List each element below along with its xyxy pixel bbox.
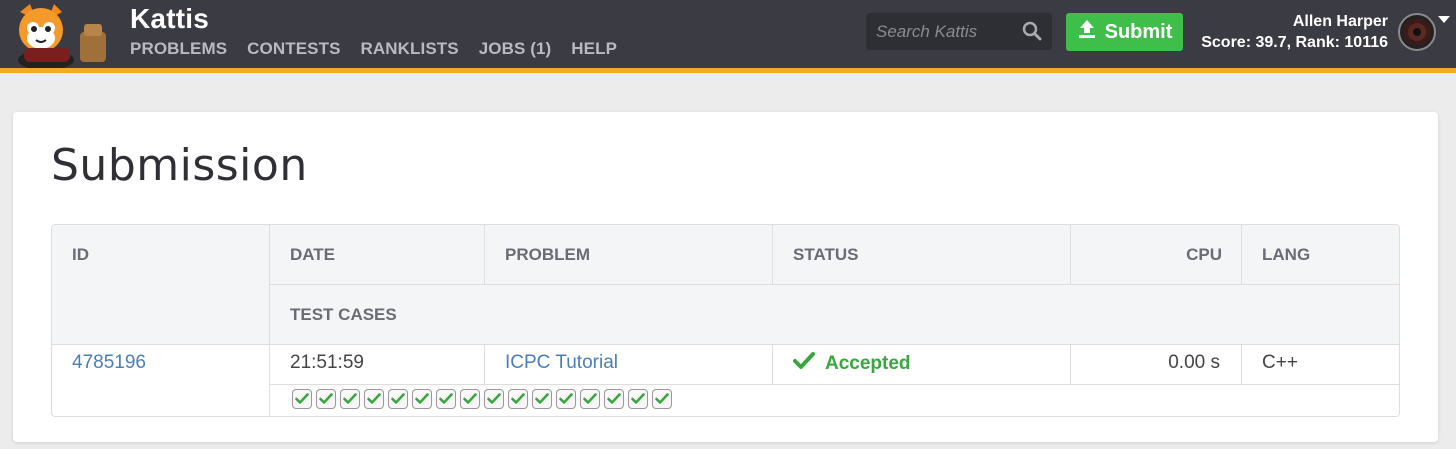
test-case-results bbox=[292, 389, 672, 409]
test-case-check-icon[interactable] bbox=[316, 389, 336, 409]
test-case-check-icon[interactable] bbox=[292, 389, 312, 409]
divider bbox=[1070, 225, 1071, 285]
header-test-cases: TEST CASES bbox=[270, 285, 1399, 345]
divider bbox=[1241, 345, 1242, 385]
brand-title[interactable]: Kattis bbox=[130, 3, 209, 35]
submission-date: 21:51:59 bbox=[290, 352, 364, 373]
test-case-check-icon[interactable] bbox=[412, 389, 432, 409]
header-cpu: CPU bbox=[1071, 225, 1242, 285]
test-case-check-icon[interactable] bbox=[532, 389, 552, 409]
status-badge: Accepted bbox=[793, 345, 911, 376]
page-title: Submission bbox=[51, 140, 308, 191]
divider bbox=[270, 384, 1399, 385]
divider bbox=[484, 225, 485, 285]
divider bbox=[772, 225, 773, 285]
header-id: ID bbox=[52, 225, 270, 345]
submission-table: ID DATE PROBLEM STATUS CPU LANG TEST CAS… bbox=[51, 224, 1400, 417]
test-case-check-icon[interactable] bbox=[340, 389, 360, 409]
check-icon bbox=[793, 352, 815, 376]
search-icon[interactable] bbox=[1022, 21, 1042, 41]
main-nav: PROBLEMS CONTESTS RANKLISTS JOBS (1) HEL… bbox=[130, 39, 637, 59]
avatar[interactable] bbox=[1398, 13, 1436, 51]
cpu-time: 0.00 s bbox=[1168, 352, 1220, 373]
test-case-check-icon[interactable] bbox=[628, 389, 648, 409]
user-stats: Score: 39.7, Rank: 10116 bbox=[1201, 34, 1388, 51]
upload-icon bbox=[1077, 19, 1097, 45]
language: C++ bbox=[1262, 352, 1298, 373]
test-case-check-icon[interactable] bbox=[508, 389, 528, 409]
header-problem: PROBLEM bbox=[485, 225, 773, 285]
nav-ranklists[interactable]: RANKLISTS bbox=[361, 39, 459, 59]
divider bbox=[269, 225, 270, 416]
status-label: Accepted bbox=[825, 353, 911, 374]
search-box bbox=[866, 13, 1052, 50]
nav-problems[interactable]: PROBLEMS bbox=[130, 39, 227, 59]
nav-jobs[interactable]: JOBS (1) bbox=[479, 39, 552, 59]
divider bbox=[1241, 225, 1242, 285]
test-case-check-icon[interactable] bbox=[580, 389, 600, 409]
search-input[interactable] bbox=[866, 13, 1026, 50]
submit-button[interactable]: Submit bbox=[1066, 13, 1183, 51]
nav-help[interactable]: HELP bbox=[571, 39, 617, 59]
user-info[interactable]: Allen Harper Score: 39.7, Rank: 10116 bbox=[1201, 11, 1388, 53]
test-case-check-icon[interactable] bbox=[556, 389, 576, 409]
test-case-check-icon[interactable] bbox=[460, 389, 480, 409]
user-name: Allen Harper bbox=[1292, 13, 1388, 30]
test-case-check-icon[interactable] bbox=[388, 389, 408, 409]
header-status: STATUS bbox=[773, 225, 1071, 285]
header-date: DATE bbox=[270, 225, 485, 285]
submission-card: Submission ID DATE PROBLEM STATUS CPU LA… bbox=[13, 112, 1438, 442]
test-case-check-icon[interactable] bbox=[604, 389, 624, 409]
problem-link[interactable]: ICPC Tutorial bbox=[505, 345, 618, 374]
divider bbox=[484, 345, 485, 385]
test-case-check-icon[interactable] bbox=[484, 389, 504, 409]
divider bbox=[270, 284, 1399, 285]
test-case-check-icon[interactable] bbox=[436, 389, 456, 409]
submit-label: Submit bbox=[1104, 20, 1173, 43]
test-case-check-icon[interactable] bbox=[364, 389, 384, 409]
kattis-logo[interactable] bbox=[10, 2, 114, 70]
submission-id-link[interactable]: 4785196 bbox=[72, 345, 146, 374]
nav-contests[interactable]: CONTESTS bbox=[247, 39, 340, 59]
divider bbox=[772, 345, 773, 385]
test-case-check-icon[interactable] bbox=[652, 389, 672, 409]
top-navbar: Kattis PROBLEMS CONTESTS RANKLISTS JOBS … bbox=[0, 0, 1456, 73]
header-lang: LANG bbox=[1242, 225, 1399, 285]
chevron-down-icon[interactable] bbox=[1438, 16, 1450, 23]
